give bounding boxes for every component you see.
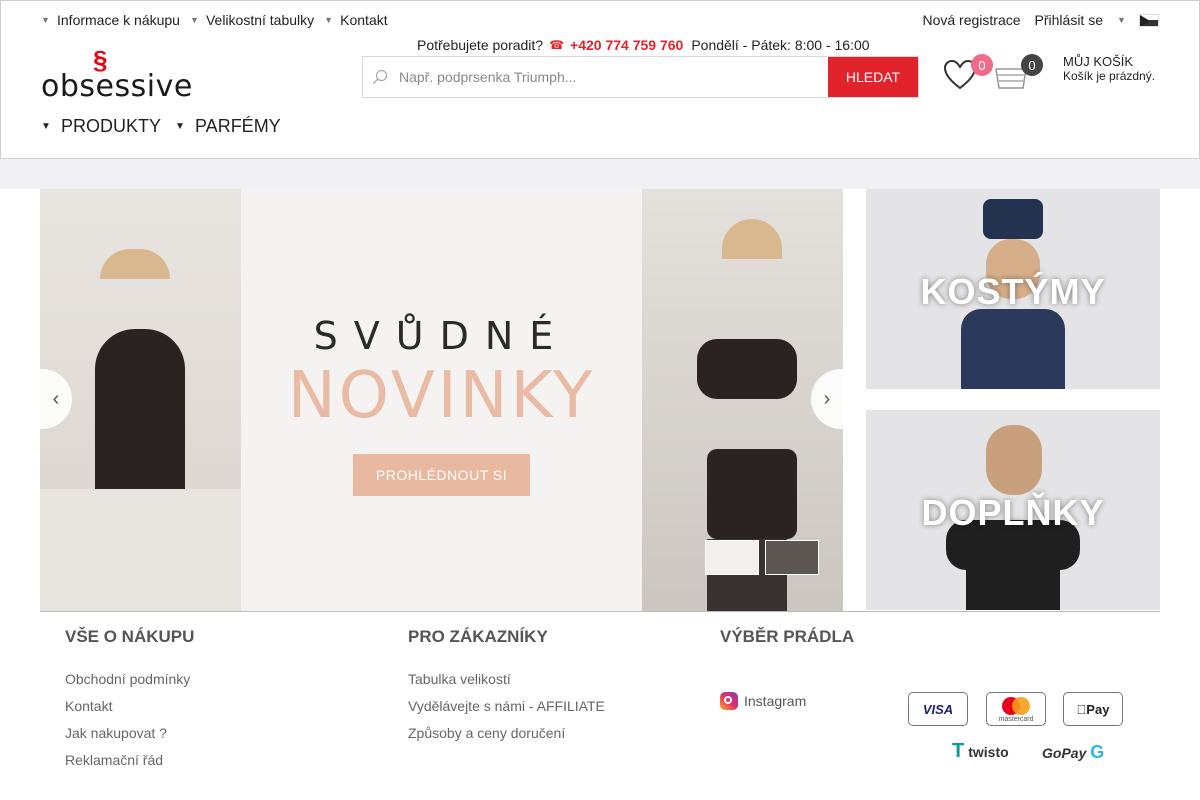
- hero-banner[interactable]: SVŮDNÉ NOVINKY PROHLÉDNOUT SI ‹ ›: [40, 189, 843, 611]
- hero-text-panel: SVŮDNÉ NOVINKY PROHLÉDNOUT SI: [241, 189, 642, 611]
- caret-down-icon: ▼: [41, 121, 51, 132]
- caret-down-icon: ▼: [175, 121, 185, 132]
- mainnav-label: PARFÉMY: [195, 116, 281, 136]
- promo-label: DOPLŇKY: [921, 492, 1105, 533]
- search-icon: [363, 57, 397, 97]
- applepay-logo:  Pay: [1063, 692, 1123, 726]
- help-question: Potřebujete poradit?: [417, 37, 544, 53]
- mastercard-icon: [1002, 696, 1030, 715]
- mastercard-logo: mastercard: [986, 692, 1046, 726]
- mainnav-item-perfumes[interactable]: ▼ PARFÉMY: [175, 116, 281, 137]
- cart-button[interactable]: 0: [993, 54, 1043, 91]
- topnav-label: Informace k nákupu: [57, 12, 180, 28]
- apple-icon: : [1077, 702, 1087, 717]
- caret-down-icon: ▼: [41, 15, 50, 25]
- header-strip: [0, 159, 1200, 189]
- hero-cta-button[interactable]: PROHLÉDNOUT SI: [353, 454, 530, 496]
- caret-down-icon: ▼: [189, 15, 199, 25]
- cart-summary[interactable]: MŮJ KOŠÍK Košík je prázdný.: [1063, 54, 1155, 84]
- register-link[interactable]: Nová registrace: [922, 12, 1020, 28]
- help-phone[interactable]: +420 774 759 760: [570, 37, 683, 53]
- phone-icon: ☎: [549, 38, 565, 52]
- topnav-label: Kontakt: [340, 12, 388, 28]
- twisto-logo: T twisto: [952, 740, 1009, 763]
- twisto-label: twisto: [968, 743, 1009, 760]
- language-flag-icon[interactable]: [1139, 13, 1159, 27]
- hero-title-line1: SVŮDNÉ: [313, 314, 570, 358]
- cart-status: Košík je prázdný.: [1063, 69, 1156, 83]
- chevron-right-icon: ›: [823, 387, 831, 410]
- gopay-logo: GoPay G: [1042, 742, 1104, 763]
- hero-title-line2: NOVINKY: [287, 359, 596, 433]
- footer-link[interactable]: Obchodní podmínky: [65, 671, 194, 687]
- footer-col-lingerie: VÝBĚR PRÁDLA Instagram: [720, 627, 854, 710]
- promo-costumes[interactable]: KOSTÝMY: [866, 189, 1160, 389]
- instagram-label: Instagram: [744, 693, 807, 709]
- cart-count: 0: [1021, 54, 1043, 76]
- logo-text: obsessive: [41, 69, 193, 104]
- wishlist-count: 0: [971, 54, 993, 76]
- visa-logo: VISA: [908, 692, 968, 726]
- topnav-label: Velikostní tabulky: [205, 12, 315, 28]
- site-header: ▼ Informace k nákupu ▼ Velikostní tabulk…: [0, 0, 1200, 159]
- slider-thumbnail[interactable]: [705, 540, 759, 575]
- footer-link[interactable]: Tabulka velikostí: [408, 671, 605, 687]
- caret-down-icon[interactable]: ▼: [1117, 15, 1127, 25]
- footer-col-title: VŠE O NÁKUPU: [65, 627, 195, 646]
- footer-col-title: PRO ZÁKAZNÍKY: [408, 627, 548, 646]
- slider-thumbnails: [705, 540, 819, 575]
- footer-link[interactable]: Jak nakupovat ?: [65, 725, 194, 741]
- help-hours: Pondělí - Pátek: 8:00 - 16:00: [691, 37, 870, 53]
- mainnav-item-products[interactable]: ▼ PRODUKTY: [41, 116, 161, 137]
- footer-link[interactable]: Kontakt: [65, 698, 194, 714]
- promo-label: KOSTÝMY: [920, 271, 1106, 312]
- login-link[interactable]: Přihlásit se: [1035, 12, 1103, 28]
- caret-down-icon: ▼: [324, 15, 334, 25]
- applepay-label: Pay: [1081, 701, 1109, 717]
- instagram-icon: [720, 692, 738, 710]
- mastercard-label: mastercard: [998, 715, 1034, 723]
- topnav-item-contact[interactable]: ▼ Kontakt: [324, 12, 387, 28]
- footer-col-customers: PRO ZÁKAZNÍKY Tabulka velikostí Vyděláve…: [408, 627, 605, 752]
- search-button[interactable]: HLEDAT: [828, 57, 918, 97]
- wishlist-button[interactable]: 0: [943, 54, 993, 93]
- topnav-item-sizes[interactable]: ▼ Velikostní tabulky: [190, 12, 314, 28]
- promo-accessories[interactable]: DOPLŇKY: [866, 410, 1160, 610]
- topnav-item-info[interactable]: ▼ Informace k nákupu: [41, 12, 180, 28]
- footer-link[interactable]: Vydělávejte s námi - AFFILIATE: [408, 698, 605, 714]
- account-links: Nová registrace Přihlásit se ▼: [908, 12, 1159, 28]
- footer-col-title: VÝBĚR PRÁDLA: [720, 627, 855, 646]
- twisto-icon: T: [952, 740, 965, 762]
- slider-thumbnail[interactable]: [765, 540, 819, 575]
- mainnav-label: PRODUKTY: [61, 116, 162, 136]
- help-line: Potřebujete poradit? ☎ +420 774 759 760 …: [417, 37, 870, 53]
- gopay-label: GoPay: [1042, 745, 1087, 761]
- main-nav: ▼ PRODUKTY ▼ PARFÉMY: [41, 116, 295, 137]
- footer-divider: [40, 611, 1160, 612]
- instagram-link[interactable]: Instagram: [720, 692, 854, 710]
- top-nav: ▼ Informace k nákupu ▼ Velikostní tabulk…: [41, 12, 398, 28]
- logo[interactable]: § obsessive: [41, 47, 192, 104]
- footer-link[interactable]: Způsoby a ceny doručení: [408, 725, 605, 741]
- gopay-icon: G: [1090, 742, 1105, 762]
- search-input[interactable]: [397, 57, 828, 97]
- footer-link[interactable]: Reklamační řád: [65, 752, 194, 768]
- footer-col-shopping: VŠE O NÁKUPU Obchodní podmínky Kontakt J…: [65, 627, 194, 779]
- chevron-left-icon: ‹: [52, 387, 60, 410]
- cart-title: MŮJ KOŠÍK: [1063, 54, 1134, 69]
- search-bar: HLEDAT: [362, 56, 919, 98]
